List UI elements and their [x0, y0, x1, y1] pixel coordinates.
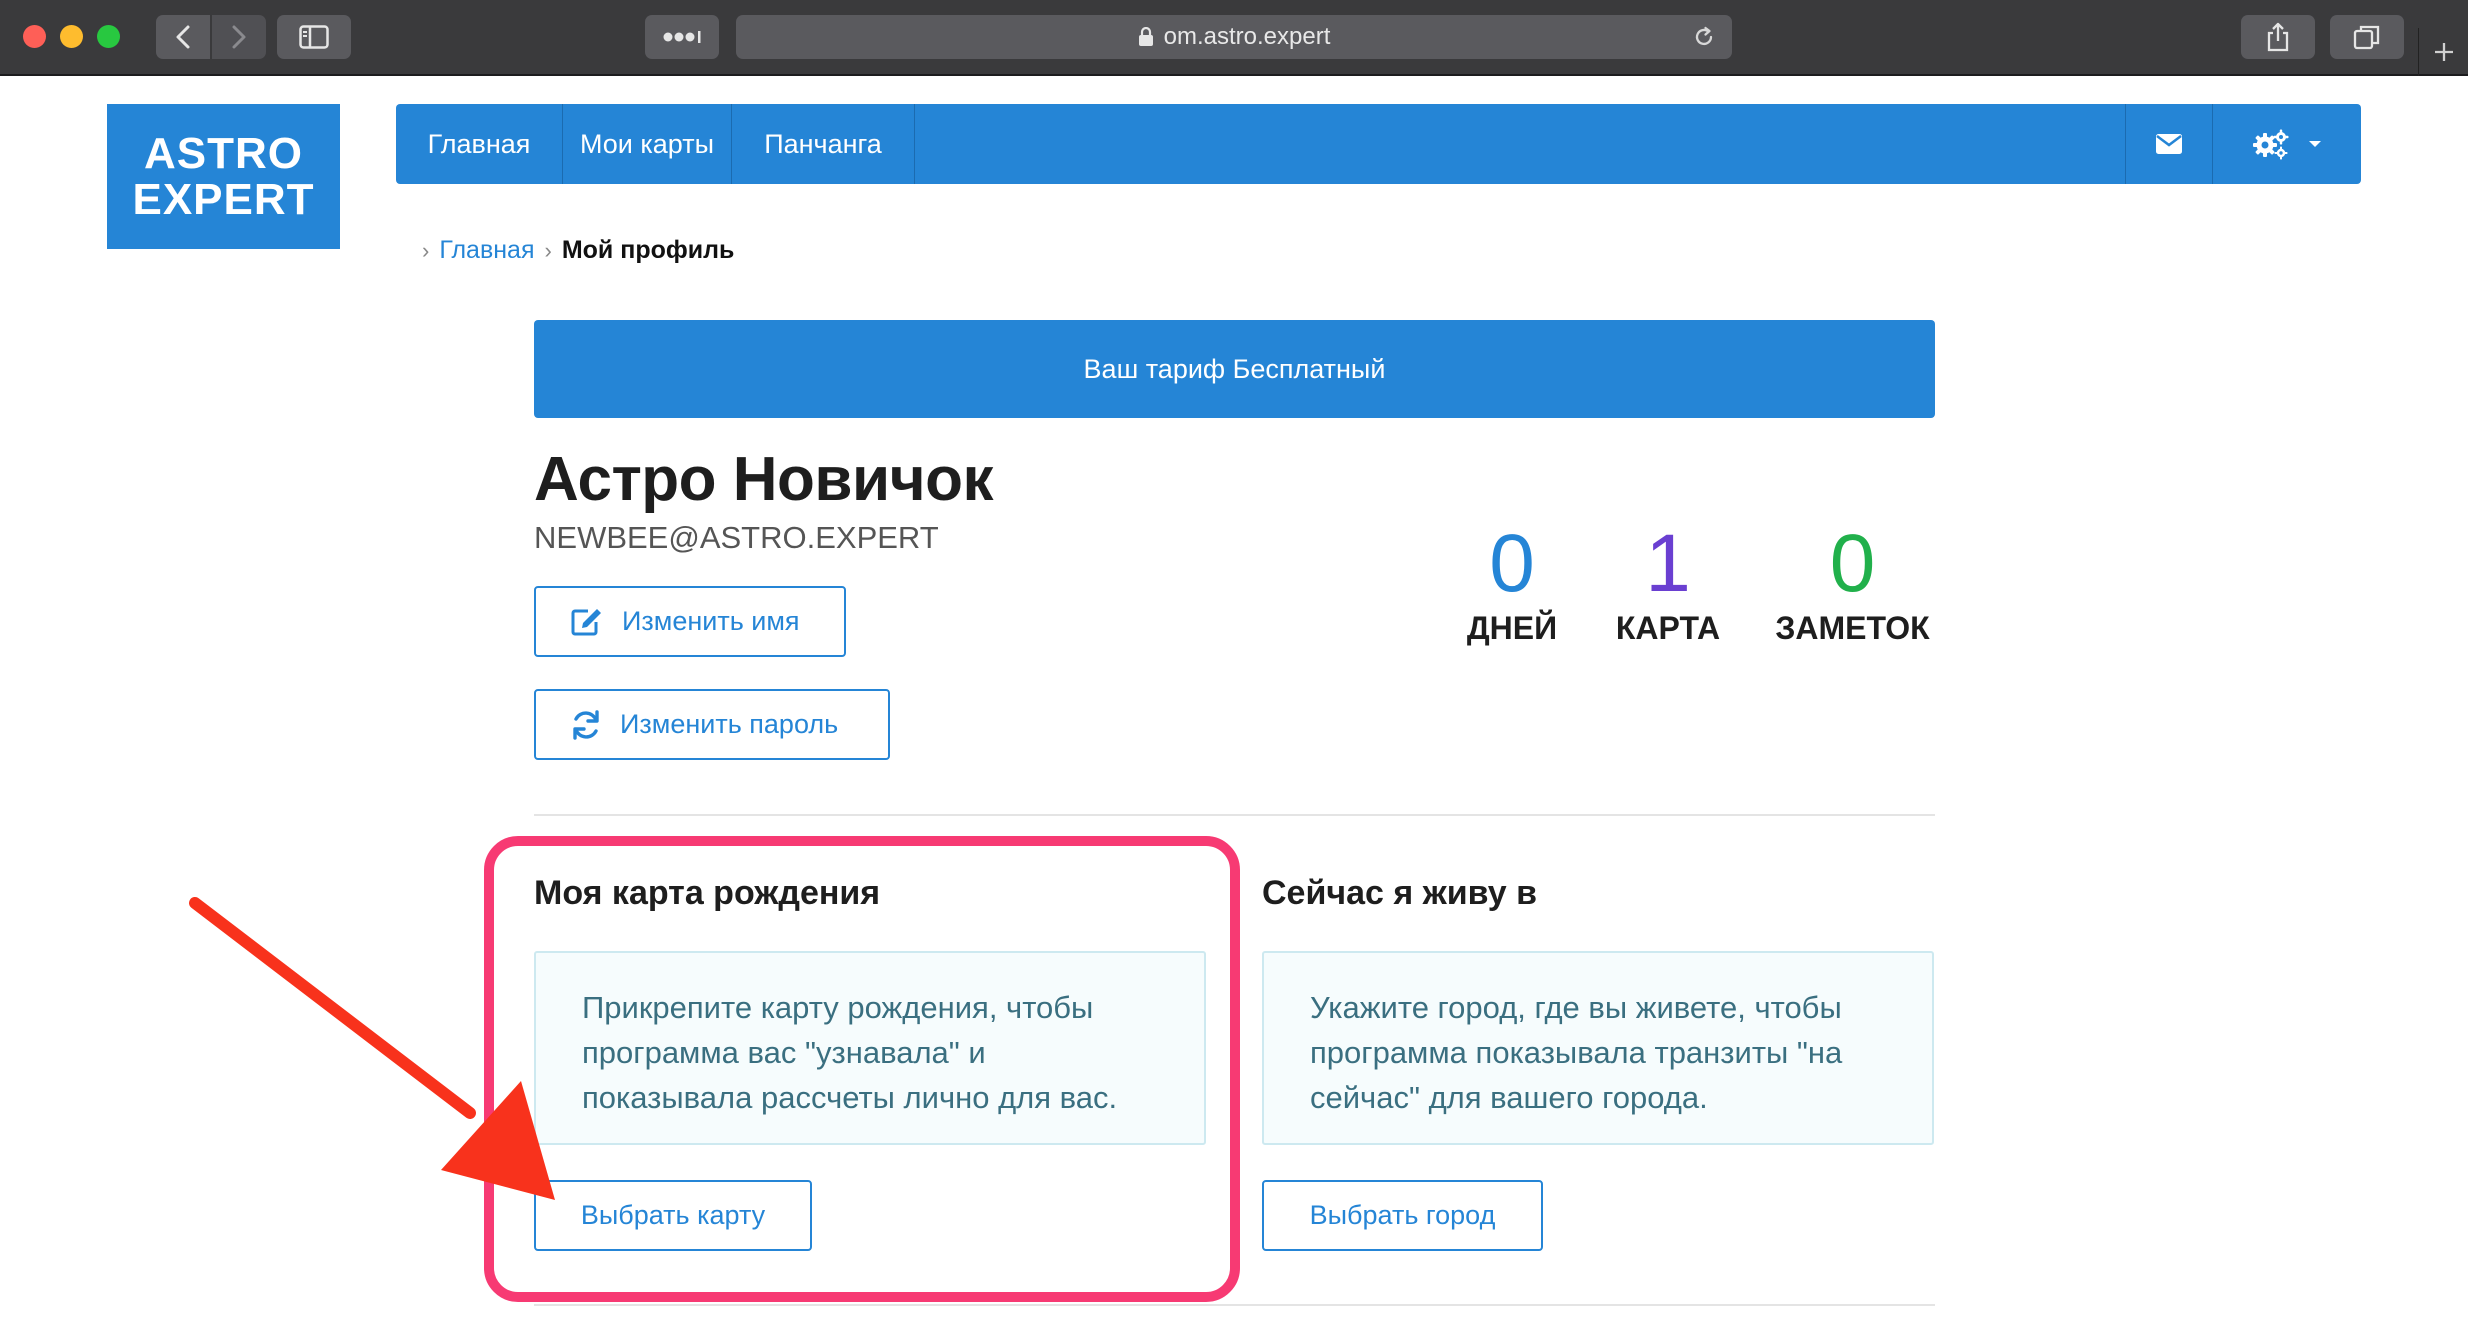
- highlight-frame: [484, 836, 1240, 1302]
- nav-item-my-maps[interactable]: Мои карты: [563, 104, 732, 184]
- tariff-banner[interactable]: Ваш тариф Бесплатный: [534, 320, 1935, 418]
- caret-down-icon: [2309, 141, 2321, 147]
- forward-button[interactable]: [212, 15, 266, 59]
- stat-notes: 0 ЗАМЕТОК: [1770, 520, 1935, 647]
- url-text: om.astro.expert: [1163, 23, 1331, 50]
- site-logo[interactable]: ASTRO EXPERT: [107, 104, 340, 249]
- stat-maps: 1 КАРТА: [1608, 520, 1728, 647]
- messages-button[interactable]: [2125, 104, 2213, 184]
- stat-notes-label: ЗАМЕТОК: [1775, 610, 1930, 646]
- living-place-title: Сейчас я живу в: [1262, 874, 1537, 912]
- gears-icon: [2253, 129, 2289, 160]
- rename-button[interactable]: Изменить имя: [534, 586, 846, 657]
- main-navbar: Главная Мои карты Панчанга: [396, 104, 2361, 184]
- plus-icon: [2434, 43, 2453, 61]
- breadcrumb-chevron-icon: ›: [422, 237, 430, 263]
- breadcrumb-home-link[interactable]: Главная: [439, 236, 534, 265]
- chevron-right-icon: [232, 25, 246, 49]
- stat-days-value: 0: [1489, 518, 1535, 609]
- share-icon: [2267, 22, 2289, 52]
- envelope-icon: [2156, 134, 2182, 154]
- rename-button-label: Изменить имя: [622, 606, 800, 636]
- section-divider: [534, 814, 1935, 816]
- nav-item-panchanga[interactable]: Панчанга: [732, 104, 915, 184]
- back-button[interactable]: [156, 15, 210, 59]
- reload-icon[interactable]: [1692, 25, 1716, 49]
- stat-maps-value: 1: [1645, 518, 1691, 609]
- logo-line-1: ASTRO: [144, 128, 303, 178]
- sidebar-toggle-button[interactable]: [277, 15, 351, 59]
- chevron-left-icon: [176, 25, 190, 49]
- change-password-button[interactable]: Изменить пароль: [534, 689, 890, 760]
- new-tab-button[interactable]: [2418, 28, 2468, 76]
- refresh-icon: [573, 709, 599, 740]
- minimize-window-button[interactable]: [60, 25, 83, 48]
- more-dots-icon: [663, 31, 701, 43]
- select-city-button[interactable]: Выбрать город: [1262, 1180, 1543, 1251]
- nav-item-home[interactable]: Главная: [396, 104, 563, 184]
- tabs-icon: [2353, 25, 2380, 50]
- lock-icon: [1138, 27, 1153, 46]
- breadcrumb-current: Мой профиль: [561, 236, 735, 264]
- settings-dropdown-button[interactable]: [2213, 104, 2361, 184]
- stat-notes-value: 0: [1829, 518, 1876, 609]
- breadcrumb-chevron-icon: ›: [544, 237, 552, 263]
- stat-days-label: ДНЕЙ: [1466, 610, 1558, 646]
- sidebar-icon: [299, 25, 329, 49]
- section-divider-bottom: [534, 1304, 1935, 1306]
- living-place-info: Укажите город, где вы живете, чтобы прог…: [1262, 951, 1934, 1145]
- extensions-button[interactable]: [645, 15, 719, 59]
- share-button[interactable]: [2241, 15, 2315, 59]
- logo-line-2: EXPERT: [132, 174, 315, 224]
- edit-icon: [571, 608, 601, 635]
- address-bar[interactable]: om.astro.expert: [736, 15, 1732, 59]
- stat-maps-label: КАРТА: [1615, 610, 1721, 646]
- stat-days: 0 ДНЕЙ: [1462, 520, 1562, 647]
- change-password-label: Изменить пароль: [620, 709, 839, 739]
- zoom-window-button[interactable]: [97, 25, 120, 48]
- breadcrumb: › Главная › Мой профиль: [422, 236, 734, 265]
- profile-name: Астро Новичок: [534, 445, 994, 514]
- profile-email: NEWBEE@ASTRO.EXPERT: [534, 520, 939, 555]
- tab-overview-button[interactable]: [2330, 15, 2404, 59]
- close-window-button[interactable]: [23, 25, 46, 48]
- browser-toolbar: om.astro.expert: [0, 0, 2468, 76]
